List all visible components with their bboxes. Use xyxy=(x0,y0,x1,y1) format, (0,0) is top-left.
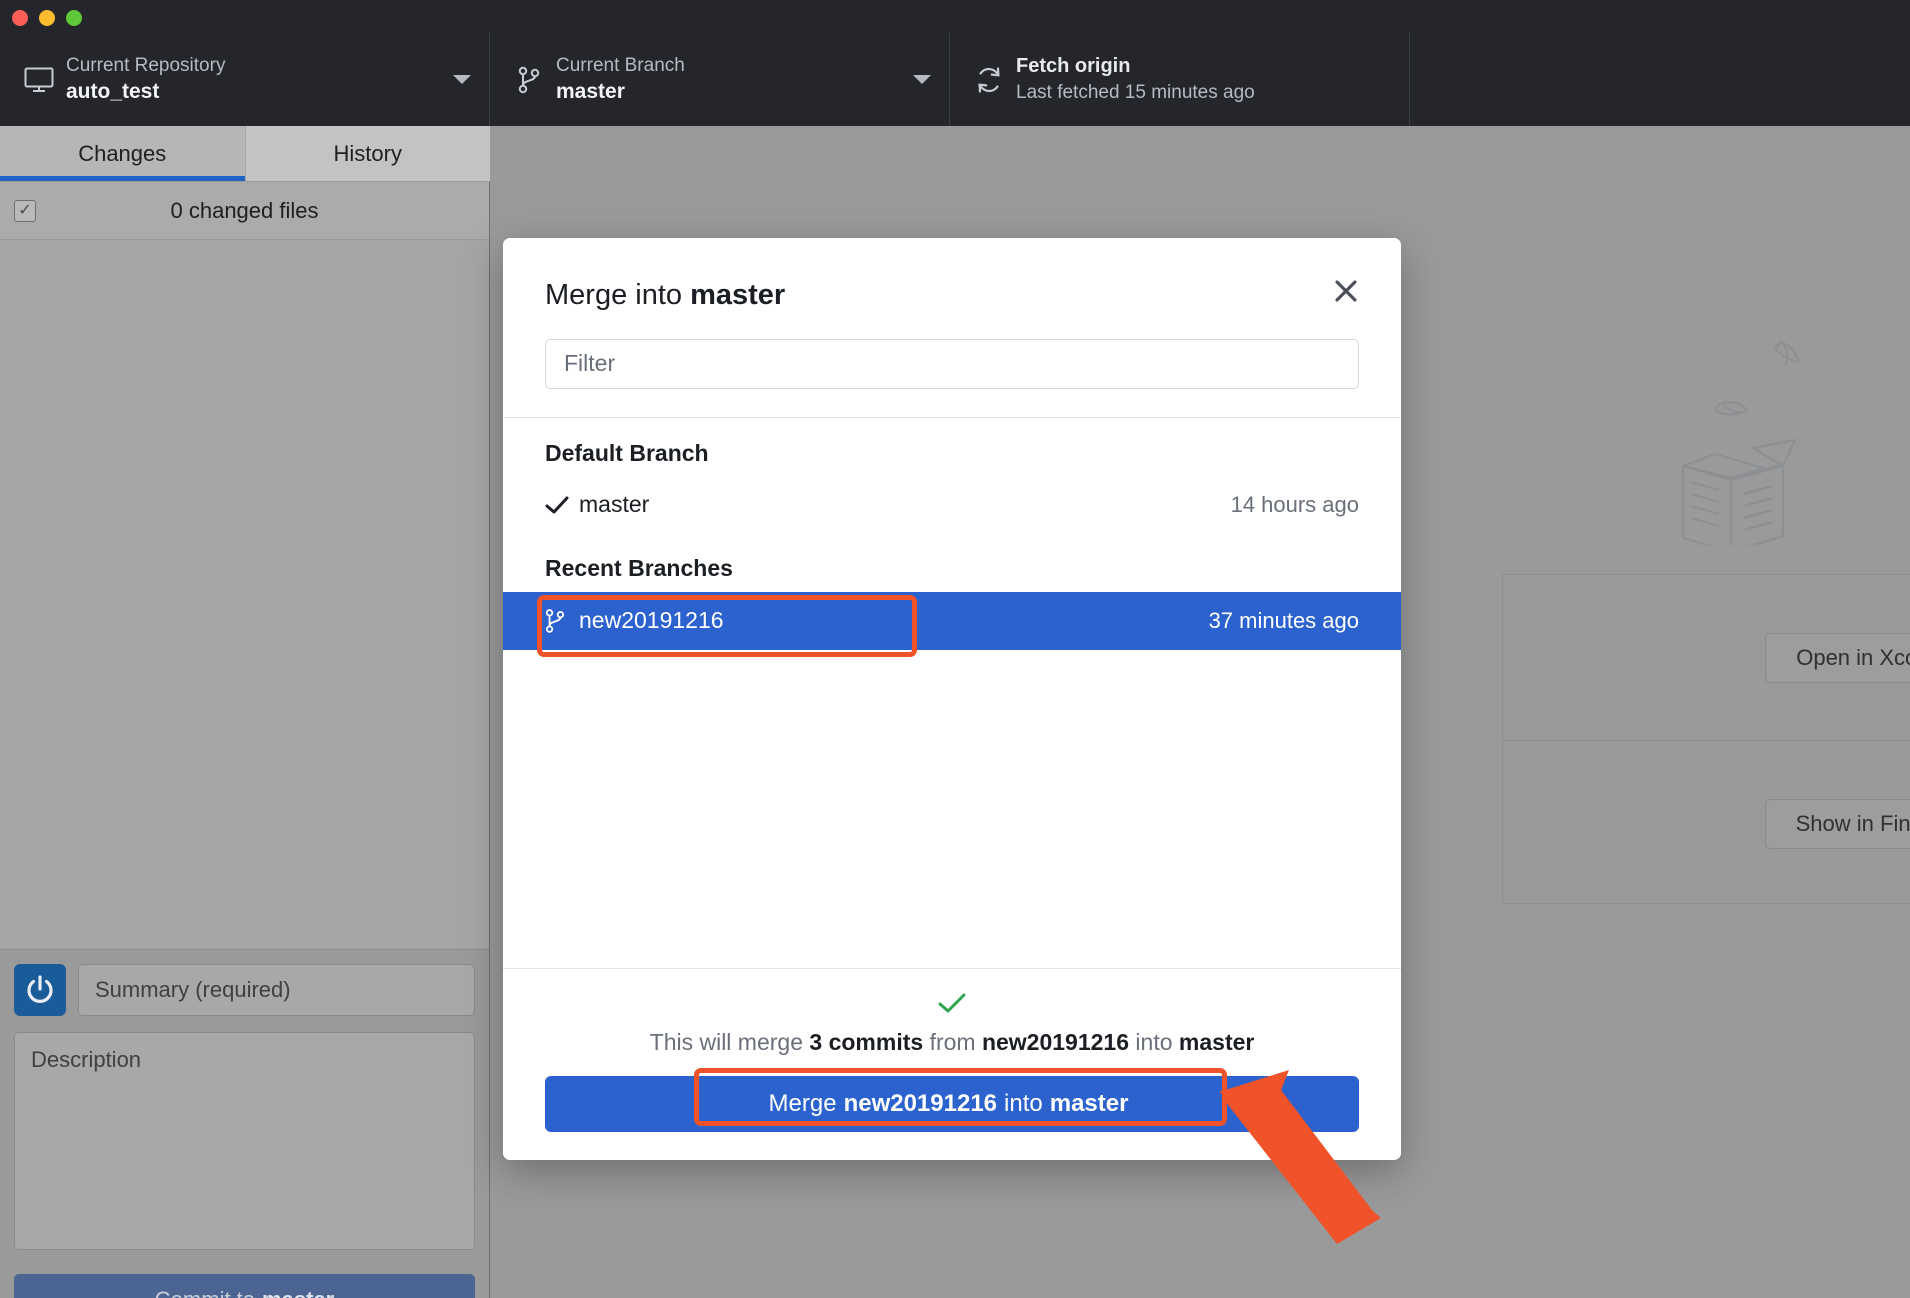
group-title-default-branch: Default Branch xyxy=(545,439,709,466)
commit-area: Summary (required) Description Commit to… xyxy=(0,950,489,1298)
open-in-xcode-button[interactable]: Open in Xcode xyxy=(1765,633,1910,683)
actions-divider xyxy=(1503,740,1910,741)
dialog-header: Merge into master xyxy=(503,238,1401,313)
branch-icon xyxy=(508,66,550,94)
merge-button-prefix: Merge xyxy=(768,1090,837,1117)
toolbar-filler xyxy=(1410,33,1910,126)
changes-list-empty xyxy=(0,240,489,950)
current-branch-value: master xyxy=(556,80,625,104)
dialog-title-prefix: Merge into xyxy=(545,279,683,311)
merge-button-source: new20191216 xyxy=(843,1090,998,1117)
current-branch-label: Current Branch xyxy=(556,54,685,76)
branch-time: 37 minutes ago xyxy=(1208,607,1359,633)
merge-msg-source: new20191216 xyxy=(981,1029,1130,1055)
fetch-origin-button[interactable]: Fetch origin Last fetched 15 minutes ago xyxy=(950,33,1410,126)
select-all-checkbox[interactable]: ✓ xyxy=(14,199,36,222)
zoom-window-button[interactable] xyxy=(66,10,82,26)
app-toolbar: Current Repository auto_test Current Bra… xyxy=(0,33,1910,126)
tab-changes-label: Changes xyxy=(78,140,167,166)
current-branch-button[interactable]: Current Branch master xyxy=(490,33,950,126)
open-book-illustration xyxy=(1491,336,1821,557)
group-title-recent-branches: Recent Branches xyxy=(545,554,733,581)
commit-summary-row: Summary (required) xyxy=(14,964,475,1016)
merge-msg-target: master xyxy=(1178,1029,1255,1055)
summary-placeholder: Summary (required) xyxy=(95,977,291,1002)
tab-history-label: History xyxy=(333,140,402,166)
branch-filter-placeholder: Filter xyxy=(564,350,616,377)
description-input[interactable]: Description xyxy=(14,1032,475,1250)
commit-button-prefix: Commit to xyxy=(155,1287,255,1298)
close-window-button[interactable] xyxy=(12,10,28,26)
check-icon xyxy=(545,495,579,515)
summary-input[interactable]: Summary (required) xyxy=(78,964,475,1016)
merge-msg-part2: from xyxy=(929,1029,976,1055)
desktop-icon xyxy=(18,67,60,93)
current-repository-label: Current Repository xyxy=(66,54,226,76)
commit-button-branch: master xyxy=(262,1287,334,1298)
merge-summary-message: This will merge 3 commits from new201912… xyxy=(545,1029,1359,1056)
left-sidebar: Changes History ✓ 0 changed files Summar… xyxy=(0,126,490,1298)
merge-msg-commits: 3 commits xyxy=(809,1029,924,1055)
merge-msg-part3: into xyxy=(1135,1029,1173,1055)
branch-icon xyxy=(545,608,579,634)
changed-files-count: 0 changed files xyxy=(170,197,319,223)
merge-msg-part1: This will merge xyxy=(649,1029,804,1055)
commit-to-branch-button[interactable]: Commit to master xyxy=(14,1274,475,1298)
last-fetched-label: Last fetched 15 minutes ago xyxy=(1016,82,1255,104)
dialog-filter-wrap: Filter xyxy=(503,313,1401,417)
current-repository-button[interactable]: Current Repository auto_test xyxy=(0,33,490,126)
dialog-title-branch: master xyxy=(690,279,786,311)
branch-name: new20191216 xyxy=(579,607,724,634)
current-repository-value: auto_test xyxy=(66,80,160,104)
window-titlebar xyxy=(0,0,1910,33)
show-in-finder-button[interactable]: Show in Finder xyxy=(1765,799,1910,849)
check-icon xyxy=(545,991,1359,1019)
sync-icon xyxy=(968,66,1010,94)
branch-list-item-master[interactable]: master 14 hours ago xyxy=(503,477,1401,533)
dialog-title: Merge into master xyxy=(545,278,1359,313)
tab-history[interactable]: History xyxy=(244,126,490,181)
github-desktop-window: Current Repository auto_test Current Bra… xyxy=(0,0,1910,1298)
merge-branch-dialog: Merge into master Filter Default Branch xyxy=(503,238,1401,1160)
traffic-lights xyxy=(12,10,82,26)
branch-list[interactable]: Default Branch master 14 hours ago Recen… xyxy=(503,416,1401,968)
chevron-down-icon xyxy=(913,75,931,84)
fetch-origin-label: Fetch origin xyxy=(1016,55,1131,78)
branch-list-item-new20191216[interactable]: new20191216 37 minutes ago xyxy=(503,591,1401,650)
show-in-finder-label: Show in Finder xyxy=(1795,811,1910,836)
open-in-xcode-label: Open in Xcode xyxy=(1796,645,1910,670)
minimize-window-button[interactable] xyxy=(39,10,55,26)
tab-changes[interactable]: Changes xyxy=(0,126,245,181)
merge-button-target: master xyxy=(1049,1090,1129,1117)
branch-name: master xyxy=(579,491,650,518)
changed-files-row: ✓ 0 changed files xyxy=(0,182,489,240)
branch-filter-input[interactable]: Filter xyxy=(545,338,1359,389)
dialog-footer: This will merge 3 commits from new201912… xyxy=(503,968,1401,1160)
close-icon[interactable] xyxy=(1329,274,1363,308)
merge-confirm-button[interactable]: Merge new20191216 into master xyxy=(545,1076,1359,1132)
sidebar-tabbar: Changes History xyxy=(0,126,490,182)
branch-time: 14 hours ago xyxy=(1230,491,1359,517)
merge-button-middle: into xyxy=(1004,1090,1043,1117)
power-avatar-icon xyxy=(14,964,66,1016)
chevron-down-icon xyxy=(453,75,471,84)
repository-actions-box: Open in Xcode Show in Finder xyxy=(1502,574,1910,904)
description-placeholder: Description xyxy=(31,1047,142,1072)
